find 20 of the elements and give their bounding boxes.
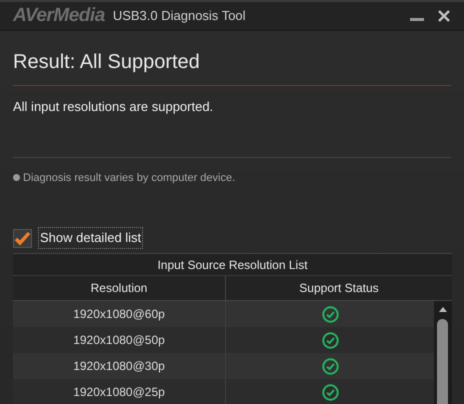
scroll-up-icon[interactable]: [439, 307, 447, 312]
minimize-icon: [410, 18, 424, 22]
result-message: All input resolutions are supported.: [13, 98, 214, 116]
result-heading: Result: All Supported: [13, 50, 201, 74]
table-caption: Input Source Resolution List: [13, 254, 452, 276]
table-cell: 1920x1080@25p: [13, 379, 226, 404]
checkbox[interactable]: [13, 228, 32, 248]
check-circle-icon: [322, 384, 338, 400]
app-logo: AVerMedia: [13, 4, 105, 28]
close-icon: [438, 10, 450, 22]
window-title: USB3.0 Diagnosis Tool: [112, 7, 246, 26]
check-circle-icon: [322, 332, 338, 348]
bullet-icon: [13, 174, 20, 182]
check-circle-icon: [322, 306, 338, 322]
check-circle-icon: [322, 358, 338, 374]
column-header: Support Status: [298, 280, 380, 297]
checkbox-label[interactable]: Show detailed list: [38, 227, 144, 249]
column-header: Resolution: [13, 276, 226, 300]
close-button[interactable]: [437, 9, 451, 23]
note-text: Diagnosis result varies by computer device.: [23, 170, 236, 186]
